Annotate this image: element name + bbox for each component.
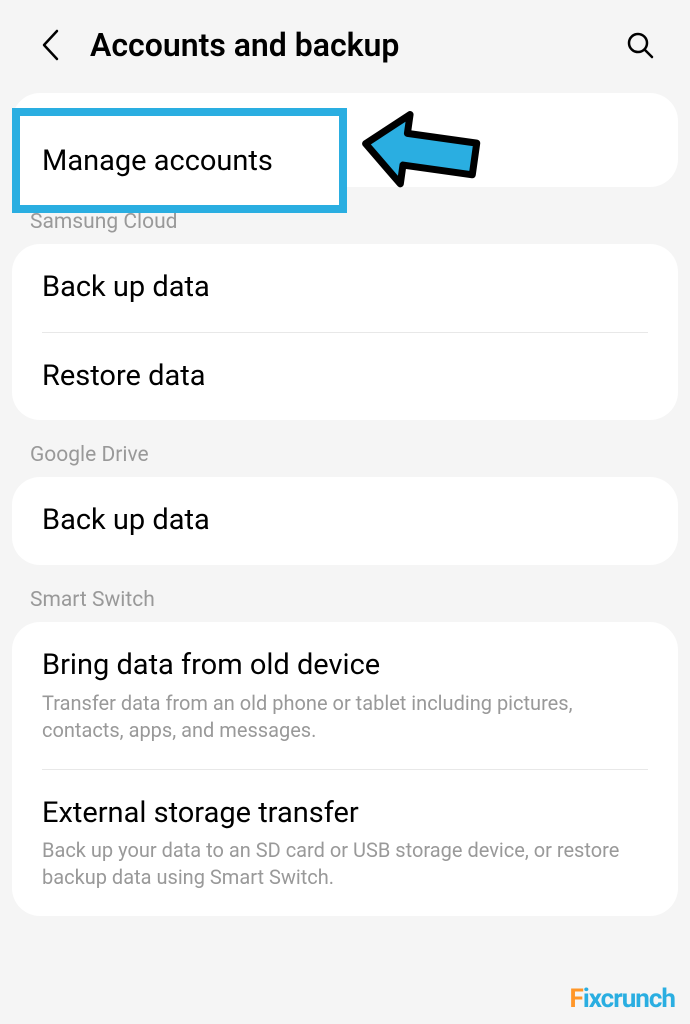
samsung-cloud-card: Back up data Restore data: [12, 244, 678, 420]
item-title: External storage transfer: [42, 795, 648, 833]
item-title: Restore data: [42, 358, 648, 396]
item-subtitle: Transfer data from an old phone or table…: [42, 690, 648, 744]
manage-accounts-label: Manage accounts: [42, 144, 273, 178]
item-title: Back up data: [42, 269, 648, 307]
highlight-annotation: Manage accounts: [12, 108, 347, 213]
item-title: Back up data: [42, 502, 648, 540]
watermark-letter-f: F: [570, 984, 583, 1014]
header: Accounts and backup: [0, 0, 690, 85]
bring-data-item[interactable]: Bring data from old device Transfer data…: [12, 622, 678, 769]
back-up-data-samsung[interactable]: Back up data: [12, 244, 678, 332]
watermark-rest: xcrunch: [589, 984, 675, 1014]
item-subtitle: Back up your data to an SD card or USB s…: [42, 837, 648, 891]
google-drive-card: Back up data: [12, 477, 678, 565]
search-icon: [625, 30, 655, 60]
page-title: Accounts and backup: [90, 26, 620, 64]
item-title: Bring data from old device: [42, 647, 648, 685]
external-storage-item[interactable]: External storage transfer Back up your d…: [12, 770, 678, 917]
chevron-left-icon: [39, 28, 61, 62]
pointer-arrow-annotation: [360, 102, 490, 206]
search-button[interactable]: [620, 25, 660, 65]
smart-switch-card: Bring data from old device Transfer data…: [12, 622, 678, 916]
back-up-data-google[interactable]: Back up data: [12, 477, 678, 565]
section-smart-switch-label: Smart Switch: [0, 565, 690, 622]
back-button[interactable]: [30, 25, 70, 65]
restore-data-samsung[interactable]: Restore data: [12, 333, 678, 421]
section-google-drive-label: Google Drive: [0, 420, 690, 477]
watermark: Fixcrunch: [570, 984, 675, 1014]
